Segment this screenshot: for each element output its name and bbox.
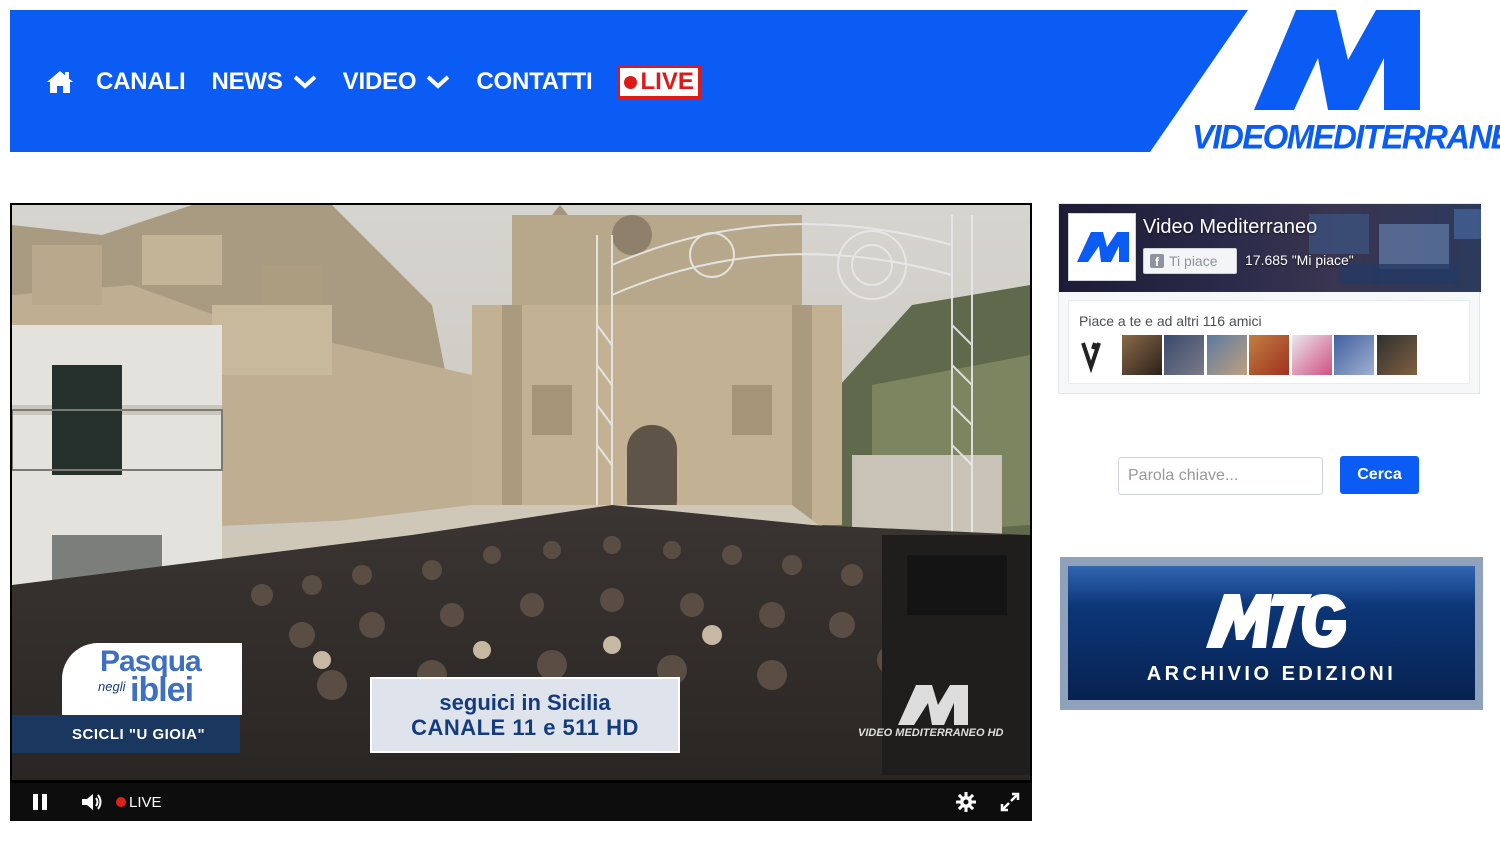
nav-item-news[interactable]: NEWS [211,68,317,96]
player-live-label: LIVE [129,793,162,811]
friend-avatar[interactable] [1206,335,1247,375]
chevron-down-icon [426,74,450,90]
video-player[interactable]: Pasqua negli iblei SCICLI "U GIOIA" segu… [10,203,1032,821]
volume-icon[interactable] [80,790,104,814]
channel-line-2: CANALE 11 e 511 HD [411,715,639,740]
facebook-cover[interactable]: Video Mediterraneo f Ti piace 17.685 "Mi… [1059,204,1481,292]
mtg-logo-icon [1206,594,1346,648]
banner-title: ARCHIVIO EDIZIONI [1146,663,1397,685]
pasqua-negli: negli [98,679,126,694]
fullscreen-icon[interactable] [998,790,1022,814]
page-m-logo-icon [1077,232,1129,262]
nav-item-video[interactable]: VIDEO [343,68,451,96]
nav-item-label: NEWS [211,68,283,95]
player-live-indicator: LIVE [116,794,162,811]
logo-m-icon [1254,10,1420,110]
friend-avatar[interactable] [1121,335,1162,375]
home-icon[interactable] [46,68,74,96]
facebook-like-count: 17.685 "Mi piace" [1245,252,1354,268]
facebook-icon: f [1150,254,1164,268]
facebook-friends-text: Piace a te e ad altri 116 amici [1079,313,1262,329]
nav-item-canali[interactable]: CANALI [96,68,186,96]
facebook-page-avatar[interactable] [1068,213,1136,281]
nav-item-label: VIDEO [342,68,417,95]
pause-icon[interactable] [30,790,50,814]
channel-line-1: seguici in Sicilia [439,690,611,715]
nav-item-label: CONTATTI [476,68,593,95]
nav-item-contatti[interactable]: CONTATTI [476,68,592,96]
facebook-friend-faces [1079,335,1419,375]
channel-watermark: VIDEO MEDITERRANEO HD [858,683,1018,743]
main-nav: CANALI NEWS VIDEO CONTATTI LIVE [46,64,701,100]
facebook-friends-box: Piace a te e ad altri 116 amici [1068,300,1470,384]
facebook-like-label: Ti piace [1169,253,1218,269]
facebook-page-name[interactable]: Video Mediterraneo [1143,216,1317,239]
pasqua-overlay: Pasqua negli iblei SCICLI "U GIOIA" [12,643,252,780]
live-label: LIVE [640,68,694,95]
friend-avatar[interactable] [1079,335,1119,375]
gear-icon[interactable] [954,790,978,814]
archivio-edizioni-banner[interactable]: ARCHIVIO EDIZIONI [1060,557,1483,710]
search-input[interactable] [1118,457,1323,495]
facebook-page-widget: Video Mediterraneo f Ti piace 17.685 "Mi… [1058,203,1481,394]
friend-avatar[interactable] [1334,335,1374,375]
friend-avatar[interactable] [1164,335,1204,375]
site-header: CANALI NEWS VIDEO CONTATTI LIVE VIDEOMED… [10,10,1500,156]
scicli-subtitle: SCICLI "U GIOIA" [12,715,240,753]
friend-avatar[interactable] [1376,335,1417,375]
live-dot-icon [116,797,126,807]
live-button[interactable]: LIVE [616,65,701,99]
watermark-text: VIDEO MEDITERRANEO HD [858,727,1004,739]
friend-avatar[interactable] [1249,335,1289,375]
search-button[interactable]: Cerca [1340,456,1419,494]
pasqua-iblei: iblei [130,671,194,709]
facebook-like-button[interactable]: f Ti piace [1143,248,1237,274]
logo-text: VIDEOMEDITERRANEO [1192,117,1500,156]
banner-panel: ARCHIVIO EDIZIONI [1068,566,1475,700]
site-logo[interactable]: VIDEOMEDITERRANEO [1186,10,1500,156]
nav-item-label: CANALI [96,68,186,95]
player-controls: LIVE [10,783,1032,821]
video-frame[interactable]: Pasqua negli iblei SCICLI "U GIOIA" segu… [12,205,1030,780]
channel-overlay: seguici in Sicilia CANALE 11 e 511 HD [370,677,680,753]
chevron-down-icon [293,74,317,90]
friend-avatar[interactable] [1291,335,1332,375]
live-dot-icon [623,75,637,89]
watermark-m-icon [898,685,968,725]
